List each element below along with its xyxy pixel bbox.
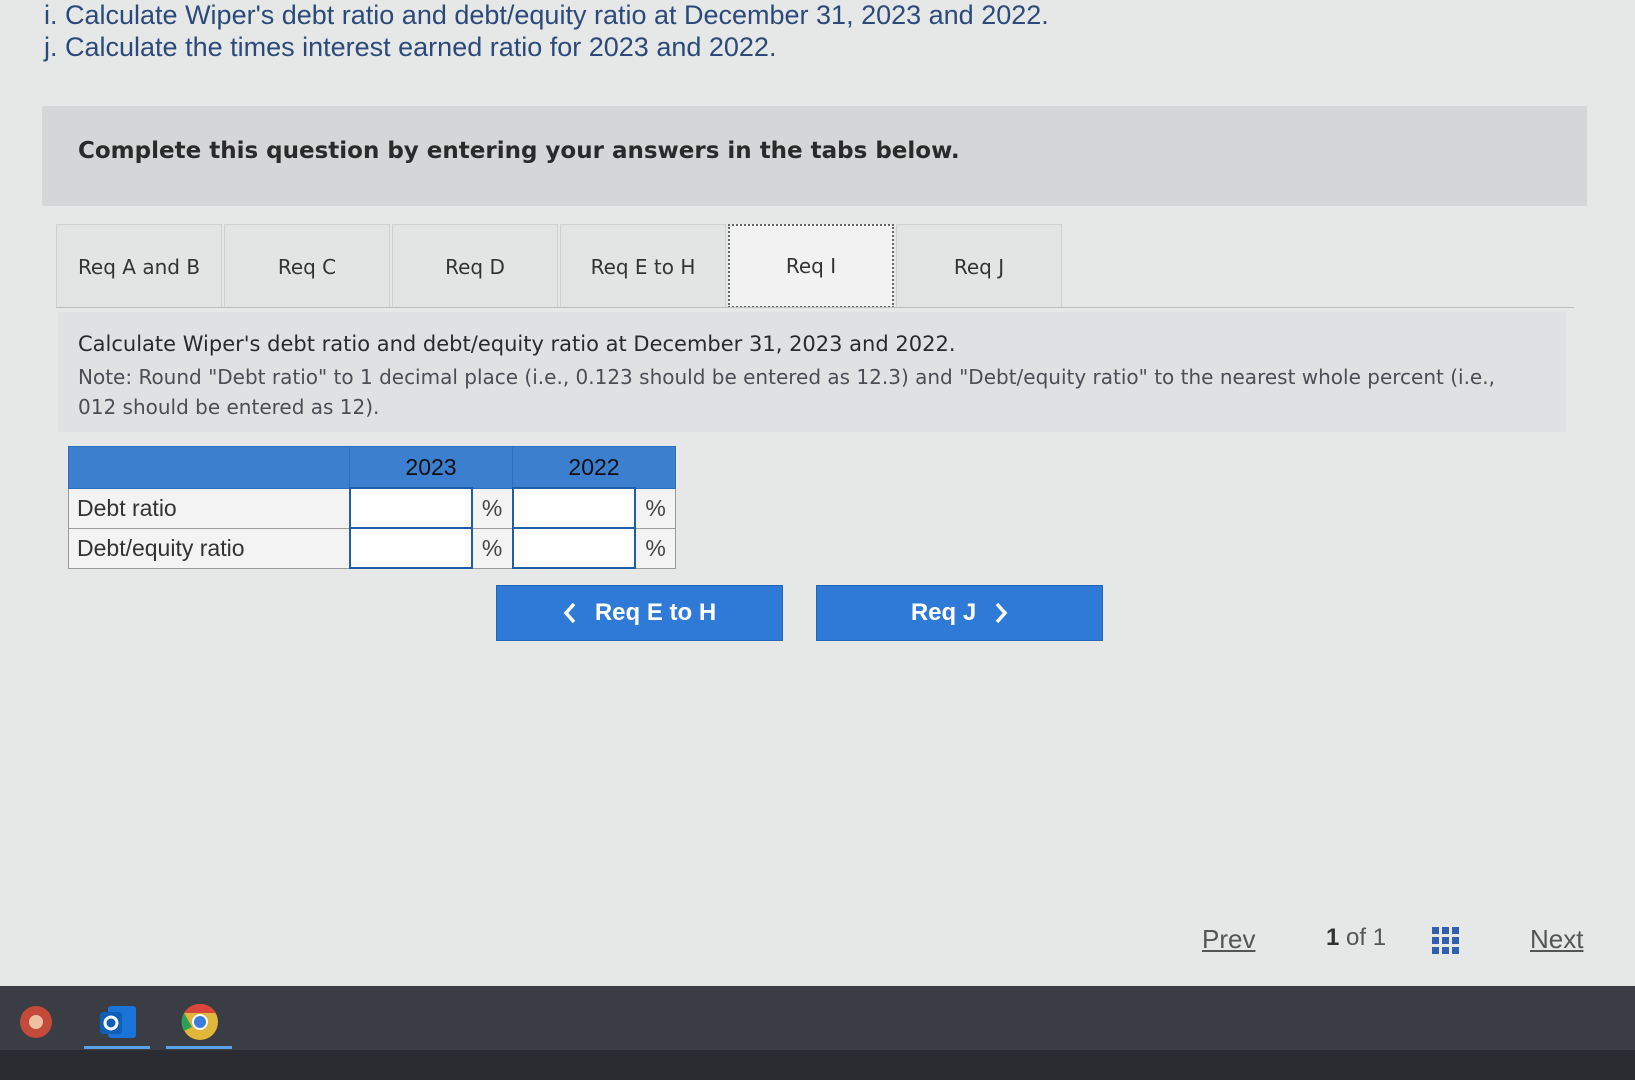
chevron-left-icon — [563, 602, 576, 624]
tab-req-j[interactable]: Req J — [896, 224, 1062, 308]
tab-req-i[interactable]: Req I — [728, 224, 894, 308]
row-label-debt-ratio: Debt ratio — [68, 487, 350, 529]
percent-sign: % — [634, 487, 677, 529]
page-indicator: 1 of 1 — [1326, 924, 1386, 952]
debt-equity-ratio-2022-field[interactable] — [513, 530, 635, 566]
chrome-icon[interactable] — [178, 1000, 222, 1044]
percent-sign: % — [471, 527, 513, 569]
tab-req-c[interactable]: Req C — [224, 224, 390, 308]
question-line-j: j. Calculate the times interest earned r… — [44, 32, 777, 62]
tab-divider — [56, 307, 1574, 308]
prev-requirement-button[interactable]: Req E to H — [496, 585, 783, 641]
column-header-2022: 2022 — [512, 446, 676, 489]
panel-prompt: Calculate Wiper's debt ratio and debt/eq… — [78, 332, 956, 356]
requirement-panel: Calculate Wiper's debt ratio and debt/eq… — [58, 312, 1566, 432]
chrome-active-indicator — [166, 1046, 232, 1049]
column-header-2023: 2023 — [349, 446, 513, 489]
answer-table: 2023 2022 Debt ratio % % Debt/equity rat… — [68, 446, 677, 569]
question-line-i: i. Calculate Wiper's debt ratio and debt… — [44, 0, 1049, 30]
debt-ratio-2023-field[interactable] — [350, 490, 471, 526]
table-header-blank — [68, 446, 350, 489]
next-page-link[interactable]: Next — [1530, 924, 1583, 955]
row-label-debt-equity-ratio: Debt/equity ratio — [68, 527, 350, 569]
prev-requirement-label: Req E to H — [594, 599, 717, 626]
page-current: 1 — [1326, 924, 1340, 951]
debt-ratio-2022-field[interactable] — [513, 490, 635, 526]
instructions-banner: Complete this question by entering your … — [42, 106, 1587, 206]
table-row: Debt ratio % % — [68, 487, 677, 529]
chevron-right-icon — [995, 602, 1008, 624]
panel-note: Note: Round "Debt ratio" to 1 decimal pl… — [78, 365, 1495, 419]
taskbar-base — [0, 1050, 1635, 1080]
debt-equity-ratio-2022-input[interactable] — [511, 527, 637, 569]
debt-ratio-2022-input[interactable] — [511, 487, 637, 529]
debt-ratio-2023-input[interactable] — [348, 487, 473, 529]
page-total: 1 — [1372, 924, 1387, 951]
tab-req-d[interactable]: Req D — [392, 224, 558, 308]
outlook-active-indicator — [84, 1046, 150, 1049]
debt-equity-ratio-2023-input[interactable] — [348, 527, 473, 569]
table-row: Debt/equity ratio % % — [68, 527, 677, 569]
next-requirement-label: Req J — [910, 599, 977, 626]
instructions-text: Complete this question by entering your … — [78, 138, 960, 164]
taskbar — [0, 986, 1635, 1080]
outlook-icon[interactable] — [96, 1000, 140, 1044]
tab-req-e-to-h[interactable]: Req E to H — [560, 224, 726, 308]
next-requirement-button[interactable]: Req J — [816, 585, 1103, 641]
table-header-row: 2023 2022 — [68, 446, 676, 489]
debt-equity-ratio-2023-field[interactable] — [350, 530, 471, 566]
prev-page-link[interactable]: Prev — [1202, 924, 1255, 955]
percent-sign: % — [471, 487, 513, 529]
grid-icon[interactable] — [1431, 926, 1461, 956]
tab-req-a-and-b[interactable]: Req A and B — [56, 224, 222, 308]
page-of: of — [1346, 924, 1367, 951]
percent-sign: % — [634, 527, 677, 569]
app-icon[interactable] — [14, 1000, 58, 1044]
